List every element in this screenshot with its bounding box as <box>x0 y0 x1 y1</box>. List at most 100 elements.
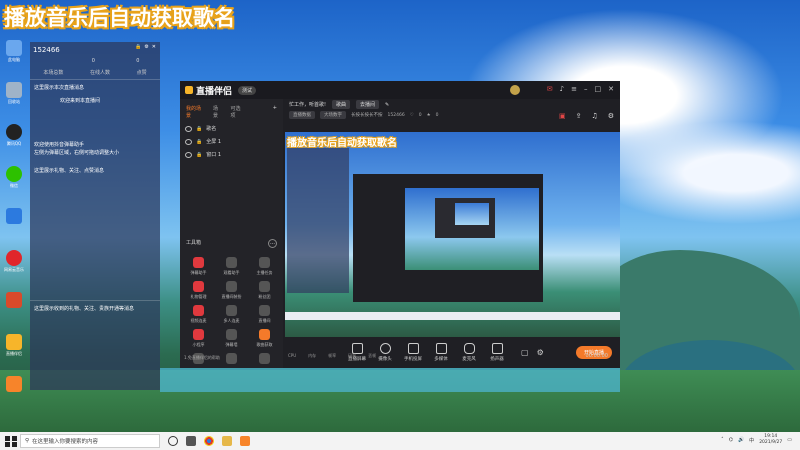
desktop-icon[interactable]: 网易云音乐 <box>0 250 28 288</box>
multitask-icon[interactable] <box>186 436 196 446</box>
tool-item[interactable]: 观看助手 <box>215 257 248 276</box>
desktop-icon[interactable] <box>0 292 28 330</box>
window-controls: ✉ ♪ ≡ – □ ✕ <box>547 85 614 93</box>
room-title[interactable]: 忙工作，听首歌! <box>289 101 326 108</box>
desktop-icon[interactable] <box>0 208 28 246</box>
title-bar[interactable]: 直播伴侣 测试 ✉ ♪ ≡ – □ ✕ <box>180 81 620 99</box>
fans-icon <box>259 281 270 292</box>
room-id: 152466 <box>33 46 60 54</box>
logo-icon <box>185 86 193 94</box>
room-button[interactable]: 去播间 <box>356 100 380 109</box>
volume-icon[interactable]: 🔊 <box>738 437 744 443</box>
tool-item[interactable]: 主播任务 <box>248 257 281 276</box>
chat-message: 欢迎使用抖音弹幕助手 <box>34 142 85 148</box>
taskbar-search-input[interactable]: ⚲ 在这里输入你要搜索的内容 <box>20 434 160 448</box>
lock-icon[interactable]: 🔒 <box>196 139 202 145</box>
lock-icon[interactable]: 🔒 <box>196 152 202 158</box>
minimize-icon[interactable]: – <box>584 85 588 93</box>
chat-message: 左侧为弹幕区域，右侧可拖动调整大小 <box>34 150 120 156</box>
desktop-icon[interactable]: 微信 <box>0 166 28 204</box>
app-icon <box>6 376 22 392</box>
tool-item[interactable]: 视频连麦 <box>182 305 215 324</box>
scene-item[interactable]: 🔒 歌名 <box>180 122 283 135</box>
desktop-icon[interactable]: 直播伴侣 <box>0 334 28 372</box>
tool-item[interactable]: 直播间装扮 <box>215 281 248 300</box>
desktop-icon[interactable]: 腾讯QQ <box>0 124 28 162</box>
gift-icon[interactable]: ▣ <box>559 112 566 120</box>
preview-overlay-title: 播放音乐后自动获取歌名 <box>287 138 397 149</box>
tool-item[interactable]: 弹幕助手 <box>182 257 215 276</box>
like-icon: ★ <box>426 112 431 118</box>
close-icon[interactable]: ✕ <box>152 44 156 50</box>
close-icon[interactable]: ✕ <box>608 85 614 93</box>
more-tools-icon[interactable]: … <box>268 239 277 248</box>
eye-icon[interactable] <box>185 138 192 145</box>
tool-item[interactable]: 直播间 <box>248 305 281 324</box>
decor-icon <box>226 281 237 292</box>
tool-item[interactable]: 多人连麦 <box>215 305 248 324</box>
status-metrics: CPU 内存 帧率 码率 丢帧 <box>288 353 377 358</box>
stream-preview[interactable]: 播放音乐后自动获取歌名 <box>285 132 620 337</box>
scene-item[interactable]: 🔒 窗口 1 <box>180 148 283 161</box>
live-companion-taskbar-icon[interactable] <box>240 436 250 446</box>
chat-message: 这里展示本次直播消息 <box>34 85 85 91</box>
room-tag[interactable]: 歌曲 <box>332 100 351 109</box>
desktop-icon[interactable]: 回收站 <box>0 82 28 120</box>
divider <box>30 300 160 301</box>
chat-message: 这里展示收到的礼物、关注、贵族开通等消息 <box>34 306 135 312</box>
chevron-up-icon[interactable]: ˄ <box>721 437 724 443</box>
tool-item[interactable]: 粉丝团 <box>248 281 281 300</box>
add-icon[interactable]: + <box>273 105 277 119</box>
maximize-icon[interactable]: □ <box>595 85 602 93</box>
tool-item[interactable]: 礼物管理 <box>182 281 215 300</box>
app-logo: 直播伴侣 <box>185 84 232 97</box>
chat-panel[interactable]: 🔒 ⚙ ✕ 152466 0 0 本场总数 在线人数 点赞 这里展示本次直播消息… <box>30 42 160 390</box>
preview-nested <box>455 203 489 225</box>
folder-icon[interactable] <box>222 436 232 446</box>
gift-icon <box>193 281 204 292</box>
divider <box>30 79 160 80</box>
live-timer: 00:00:00 <box>585 353 608 359</box>
tool-item[interactable]: 歌曲获取 <box>248 329 281 348</box>
network-icon[interactable]: ⌬ <box>729 437 733 443</box>
share-icon[interactable]: ⇪ <box>576 112 582 120</box>
overlay-title: 播放音乐后自动获取歌名 <box>4 6 235 30</box>
tool-item[interactable]: 弹幕墙 <box>215 329 248 348</box>
lock-icon[interactable]: 🔒 <box>196 126 202 132</box>
search-icon: ⚲ <box>25 438 30 444</box>
eye-icon[interactable] <box>185 125 192 132</box>
desktop-icon[interactable]: 此电脑 <box>0 40 28 78</box>
chat-stats: 0 0 <box>91 58 140 64</box>
gift-icon[interactable]: ✉ <box>547 85 553 93</box>
chat-message: 这里展示礼物、关注、点赞消息 <box>34 168 105 174</box>
eye-icon[interactable] <box>185 151 192 158</box>
scene-sidebar: 我的场景 场景 可选项 + 🔒 歌名 🔒 全屏 1 🔒 窗口 1 工具箱 … 弹幕助手… <box>180 99 283 368</box>
tab-scenes[interactable]: 场景 <box>213 105 223 119</box>
version-badge[interactable]: 测试 <box>238 85 257 95</box>
bell-icon[interactable]: ♪ <box>560 85 564 93</box>
avatar[interactable] <box>510 85 520 95</box>
edit-icon[interactable]: ✎ <box>385 102 389 108</box>
desktop-icons: 此电脑 回收站 腾讯QQ 微信 网易云音乐 直播伴侣 <box>0 40 28 418</box>
gear-icon[interactable]: ⚙ <box>144 44 148 50</box>
lock-icon[interactable]: 🔒 <box>135 44 141 50</box>
tab-options[interactable]: 可选项 <box>231 105 245 119</box>
desktop-icon[interactable] <box>0 376 28 414</box>
bell-icon[interactable]: ♫ <box>591 112 597 120</box>
live-companion-window[interactable]: 直播伴侣 测试 ✉ ♪ ≡ – □ ✕ 我的场景 场景 可选项 + 🔒 歌名 🔒 全… <box>180 81 620 368</box>
room-icon <box>259 305 270 316</box>
notification-icon[interactable]: ▭ <box>787 437 792 443</box>
app-icon <box>6 292 22 308</box>
ime-icon[interactable]: 中 <box>749 437 754 444</box>
room-info: 忙工作，听首歌! 歌曲 去播间 ✎ <box>285 99 620 110</box>
heart-icon: ♡ <box>409 112 414 118</box>
task-view-icon[interactable] <box>168 436 178 446</box>
scene-item[interactable]: 🔒 全屏 1 <box>180 135 283 148</box>
tab-my-scenes[interactable]: 我的场景 <box>186 105 205 119</box>
tool-item[interactable]: 小程序 <box>182 329 215 348</box>
windows-start-icon[interactable] <box>4 434 18 448</box>
chrome-icon[interactable] <box>204 436 214 446</box>
clock[interactable]: 19:14 2021/9/27 <box>759 434 782 446</box>
settings-icon[interactable]: ⚙ <box>608 112 614 120</box>
menu-icon[interactable]: ≡ <box>571 85 577 93</box>
